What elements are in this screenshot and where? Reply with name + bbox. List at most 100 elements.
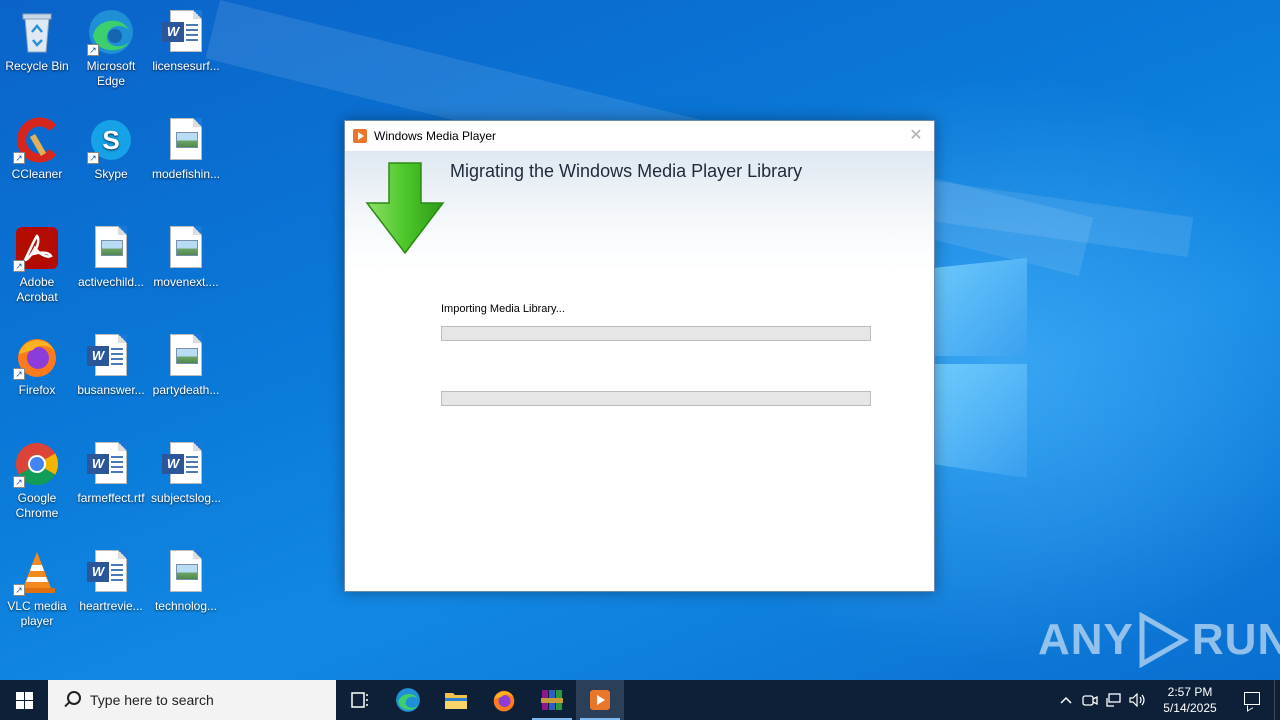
dialog-header: Migrating the Windows Media Player Libra… [345,151,934,271]
import-status-text: Importing Media Library... [441,303,565,315]
image-file-icon [162,332,210,380]
volume-icon[interactable] [1126,680,1150,720]
desktop-icon-recycle-bin[interactable]: Recycle Bin [0,8,75,74]
download-arrow-icon [365,162,445,255]
desktop-icon-label: farmeffect.rtf [77,491,145,505]
taskbar: Type here to search 2:57 PM 5/14/2025 [0,680,1280,720]
desktop-icon-label: Google Chrome [15,491,59,520]
word-document-icon: W [162,8,210,56]
taskbar-edge[interactable] [384,680,432,720]
desktop-icon-technolog[interactable]: technolog... [148,548,224,614]
shortcut-arrow-icon: ↗ [13,476,25,488]
desktop-icon-skype[interactable]: S ↗ Skype [73,116,149,182]
shortcut-arrow-icon: ↗ [13,152,25,164]
anyrun-watermark: ANY RUN [1038,610,1280,670]
word-document-icon: W [87,440,135,488]
progress-bar-primary [441,326,871,341]
desktop-icon-label: busanswer... [77,383,145,397]
notification-center-icon[interactable] [1230,680,1274,720]
edge-icon [396,688,420,712]
desktop-icon-label: Recycle Bin [5,59,69,73]
taskbar-file-explorer[interactable] [432,680,480,720]
desktop-icon-heartrevie[interactable]: W heartrevie... [73,548,149,614]
taskbar-winrar[interactable] [528,680,576,720]
ccleaner-icon: ↗ [13,116,61,164]
taskbar-windows-media-player[interactable] [576,680,624,720]
desktop-icon-label: subjectslog... [150,491,222,505]
wmp-migration-dialog: Windows Media Player ✕ Migrating the Win… [344,120,935,592]
chevron-up-icon[interactable] [1054,680,1078,720]
folder-icon [445,693,467,709]
image-file-icon [162,548,210,596]
desktop-icon-ccleaner[interactable]: ↗ CCleaner [0,116,75,182]
word-document-icon: W [162,440,210,488]
windows-media-player-icon [353,129,367,143]
desktop-icon-label: movenext.... [153,275,219,289]
image-file-icon [162,116,210,164]
dialog-titlebar[interactable]: Windows Media Player ✕ [345,121,934,151]
firefox-icon [493,690,515,712]
shortcut-arrow-icon: ↗ [87,152,99,164]
desktop-icon-label: Skype [94,167,128,181]
start-button[interactable] [0,680,48,720]
desktop-icon-label: VLC media player [7,599,67,628]
desktop-icon-busanswer[interactable]: W busanswer... [73,332,149,398]
acrobat-icon: ↗ [13,224,61,272]
clock-time: 2:57 PM [1167,685,1213,699]
desktop-icon-edge[interactable]: ↗ Microsoft Edge [73,8,149,89]
progress-bar-secondary [441,391,871,406]
task-view-icon [351,692,368,708]
shortcut-arrow-icon: ↗ [13,260,25,272]
dialog-heading: Migrating the Windows Media Player Libra… [450,161,803,181]
word-document-icon: W [87,548,135,596]
desktop-icon-label: CCleaner [11,167,63,181]
watermark-play-icon [1139,611,1189,669]
taskbar-search-box[interactable]: Type here to search [48,680,336,720]
image-file-icon [87,224,135,272]
image-file-icon [162,224,210,272]
dialog-title: Windows Media Player [374,129,497,143]
chrome-icon: ↗ [13,440,61,488]
desktop-icon-label: technolog... [154,599,218,613]
watermark-text-right: RUN [1191,615,1280,664]
close-button[interactable]: ✕ [906,126,926,146]
recycle-bin-icon [13,8,61,56]
task-view-button[interactable] [336,680,384,720]
watermark-text-left: ANY [1038,615,1134,664]
shortcut-arrow-icon: ↗ [87,44,99,56]
desktop-icon-label: heartrevie... [79,599,143,613]
desktop-icon-firefox[interactable]: ↗ Firefox [0,332,75,398]
taskbar-firefox[interactable] [480,680,528,720]
desktop-icon-label: Microsoft Edge [86,59,136,88]
desktop-icon-activechild[interactable]: activechild... [73,224,149,290]
firefox-icon: ↗ [13,332,61,380]
desktop-icon-google-chrome[interactable]: ↗ Google Chrome [0,440,75,521]
windows-logo-pane [935,258,1027,356]
desktop-icon-movenext[interactable]: movenext.... [148,224,224,290]
desktop-icon-partydeath[interactable]: partydeath... [148,332,224,398]
clock-date: 5/14/2025 [1163,701,1217,715]
word-document-icon: W [87,332,135,380]
taskbar-clock[interactable]: 2:57 PM 5/14/2025 [1150,684,1230,716]
system-tray: 2:57 PM 5/14/2025 [1054,680,1280,720]
search-icon [60,688,84,712]
desktop-icon-adobe-acrobat[interactable]: ↗ Adobe Acrobat [0,224,75,305]
desktop-icon-subjectslog[interactable]: W subjectslog... [148,440,224,506]
windows-media-player-icon [590,690,610,710]
desktop-icon-licensesurf[interactable]: W licensesurf... [148,8,224,74]
show-desktop-button[interactable] [1274,680,1280,720]
svg-text:S: S [102,125,119,155]
winrar-icon [541,690,563,710]
edge-icon: ↗ [87,8,135,56]
shortcut-arrow-icon: ↗ [13,368,25,380]
desktop-icon-vlc[interactable]: ↗ VLC media player [0,548,75,629]
desktop-icon-label: Adobe Acrobat [16,275,58,304]
shortcut-arrow-icon: ↗ [13,584,25,596]
network-icon[interactable] [1102,680,1126,720]
vlc-cone-icon: ↗ [13,548,61,596]
desktop-icon-farmeffect[interactable]: W farmeffect.rtf [73,440,149,506]
skype-icon: S ↗ [87,116,135,164]
desktop-icon-label: Firefox [18,383,56,397]
meet-now-icon[interactable] [1078,680,1102,720]
desktop-icon-modefishin[interactable]: modefishin... [148,116,224,182]
